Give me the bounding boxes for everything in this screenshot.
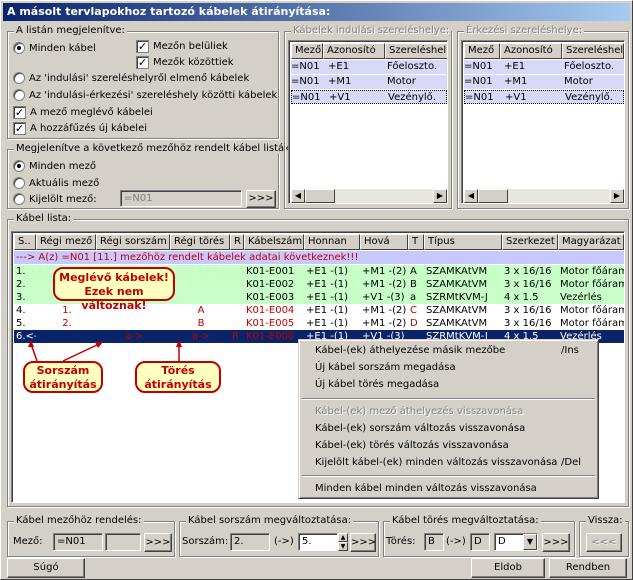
serial-change-group: Kábel sorszám megváltoztatása: Sorszám: … [179,515,379,557]
field-assign-label: Kábel mezőhöz rendelés: [14,515,144,526]
field-assign-go-button[interactable]: >>> [144,533,172,552]
serial-spinner[interactable]: ▲ ▼ [338,533,348,551]
field-extra-input[interactable] [105,533,141,551]
menu-shortcut: /Del [561,457,581,468]
discard-button[interactable]: Eldob [471,558,545,578]
menu-separator [302,398,595,400]
menu-item[interactable]: Kábel-(ek) sorszám változás visszavonása [315,423,525,434]
serial-old-input[interactable]: 2. [230,533,270,551]
help-button[interactable]: Súgó [7,558,85,578]
serial-field-label: Sorszám: [182,536,229,547]
dialog-window: A másolt tervlapokhoz tartozó kábelek át… [0,0,633,580]
arrow-head [28,340,34,347]
menu-item[interactable]: Kábel-(ek) áthelyezése másik mezőbe [315,345,505,356]
break-old-input[interactable]: B [424,533,444,551]
serial-new-input[interactable]: 5. [298,533,338,551]
back-button[interactable]: <<< [586,533,622,552]
menu-item[interactable]: Új kábel sorszám megadása [315,362,456,373]
break-readonly-input[interactable]: D [470,533,490,551]
serial-arrow: (->) [274,536,294,547]
menu-shortcut: /Ins [561,345,579,356]
field-label: Mező: [13,536,43,547]
field-value-input[interactable]: =N01 [53,533,103,551]
menu-item[interactable]: Kijelölt kábel-(ek) minden változás viss… [315,457,557,468]
serial-go-button[interactable]: >>> [350,533,376,552]
arrow-line [62,343,100,362]
serial-change-label: Kábel sorszám megváltoztatása: [186,515,354,526]
spin-up-icon[interactable]: ▲ [338,533,348,542]
field-assign-group: Kábel mezőhöz rendelés: Mező: =N01 >>> [7,515,175,557]
menu-separator [302,475,595,477]
spin-down-icon[interactable]: ▼ [338,542,348,551]
back-label: Vissza: [586,515,625,526]
menu-item[interactable]: Minden kábel minden változás visszavonás… [315,483,537,494]
arrow-head [176,340,182,347]
ok-button[interactable]: Rendben [549,558,627,578]
menu-item[interactable]: Kábel-(ek) törés változás visszavonása [315,440,509,451]
back-group: Vissza: <<< [579,515,629,557]
menu-item[interactable]: Kábel-(ek) mező áthelyezés visszavonása [315,406,523,417]
break-change-group: Kábel törés megváltoztatása: Törés: B (-… [383,515,575,557]
break-change-label: Kábel törés megváltoztatása: [390,515,541,526]
break-go-button[interactable]: >>> [542,533,570,552]
dropdown-arrow-icon[interactable]: ▼ [523,534,537,550]
break-arrow: (->) [446,536,466,547]
break-field-label: Törés: [386,536,416,547]
menu-item[interactable]: Új kábel törés megadása [315,379,439,390]
select-value: D [498,536,506,547]
break-new-select[interactable]: D ▼ [494,533,538,551]
context-menu: Kábel-(ek) áthelyezése másik mezőbe/Ins Ú… [298,339,599,499]
